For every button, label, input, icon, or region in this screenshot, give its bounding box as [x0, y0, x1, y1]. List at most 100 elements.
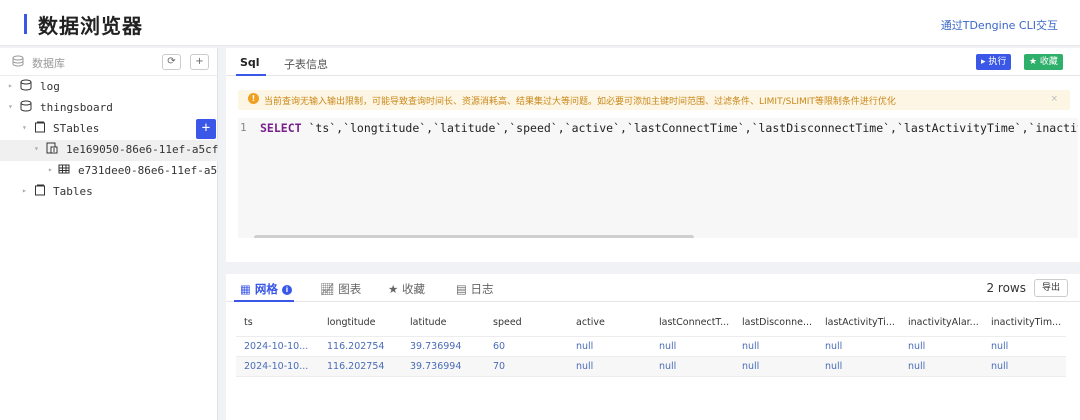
sql-text: SELECT `ts`,`longtitude`,`latitude`,`spe…: [260, 121, 1078, 135]
run-button[interactable]: ▸ 执行: [976, 54, 1012, 70]
column-header[interactable]: longtitude: [319, 310, 402, 337]
sql-editor[interactable]: 1 SELECT `ts`,`longtitude`,`latitude`,`s…: [238, 118, 1078, 238]
expand-arrow-icon[interactable]: ▸: [8, 81, 13, 90]
title-accent-bar: [24, 14, 27, 34]
warning-banner: ! 当前查询无输入输出限制，可能导致查询时间长、资源消耗高、结果集过大等问题。如…: [238, 90, 1070, 110]
tab-chart-label: 图表: [338, 282, 362, 296]
column-header[interactable]: latitude: [402, 310, 485, 337]
tab-sql[interactable]: Sql: [240, 56, 260, 69]
column-header[interactable]: lastConnectT...: [651, 310, 734, 337]
tab-log-label: 日志: [470, 282, 494, 296]
tab-favorites-label: 收藏: [401, 282, 425, 296]
sql-body: `ts`,`longtitude`,`latitude`,`speed`,`ac…: [301, 121, 1078, 135]
warning-text: 当前查询无输入输出限制，可能导致查询时间长、资源消耗高、结果集过大等问题。如必要…: [264, 97, 896, 107]
editor-tabs: Sql 子表信息 ▸ 执行 ★ 收藏: [226, 48, 1080, 76]
tab-log[interactable]: ▤ 日志: [456, 281, 494, 297]
table-cell[interactable]: null: [734, 356, 817, 377]
tree-item-label: Tables: [53, 185, 93, 198]
tree-item-tables[interactable]: ▸ Tables: [0, 182, 218, 203]
expand-arrow-icon[interactable]: ▸: [48, 165, 53, 174]
table-row[interactable]: 2024-10-10... 116.202754 39.736994 70 nu…: [236, 356, 1066, 377]
column-header[interactable]: inactivityTim...: [983, 310, 1066, 337]
editor-panel: Sql 子表信息 ▸ 执行 ★ 收藏 ! 当前查询无输入输出限制，可能导致查询时…: [226, 48, 1080, 262]
table-cell[interactable]: null: [651, 356, 734, 377]
column-header[interactable]: active: [568, 310, 651, 337]
log-icon: ▤: [456, 282, 467, 296]
super-table-icon: [46, 142, 58, 157]
table-cell[interactable]: null: [817, 356, 900, 377]
table-cell[interactable]: 60: [485, 336, 568, 357]
grid-icon: ▦: [240, 282, 251, 296]
tree-item-thingsboard[interactable]: ▾ thingsboard: [0, 98, 218, 119]
column-header[interactable]: lastActivityTi...: [817, 310, 900, 337]
collapse-arrow-icon[interactable]: ▾: [34, 144, 39, 153]
tree-item-label: log: [40, 80, 60, 93]
column-header[interactable]: inactivityAlar...: [900, 310, 983, 337]
table-icon: [58, 163, 70, 178]
sidebar-title: 数据库: [32, 57, 65, 70]
export-button[interactable]: 导出: [1034, 279, 1068, 297]
sidebar-header: 数据库 ⟳ +: [0, 48, 217, 76]
result-tabs: ▦ 网格 i 📈︎ 图表 ★ 收藏 ▤ 日志 2 rows 导出: [226, 274, 1080, 302]
tab-grid[interactable]: ▦ 网格 i: [240, 281, 292, 297]
tree-item-stable[interactable]: ▾ 1e169050-86e6-11ef-a5cf-2c: [0, 140, 218, 161]
save-favorite-button[interactable]: ★ 收藏: [1024, 54, 1063, 70]
active-tab-indicator: [236, 74, 266, 76]
table-cell[interactable]: null: [900, 336, 983, 357]
tab-chart[interactable]: 📈︎ 图表: [320, 281, 361, 297]
sidebar: 数据库 ⟳ + ▸ log ▾ thingsboard ▾ STables + …: [0, 48, 218, 420]
tree-item-log[interactable]: ▸ log: [0, 77, 218, 98]
column-header[interactable]: lastDisconne...: [734, 310, 817, 337]
folder-icon: [34, 121, 46, 136]
database-icon: [20, 79, 32, 94]
cli-link[interactable]: 通过TDengine CLI交互: [941, 17, 1058, 33]
collapse-arrow-icon[interactable]: ▾: [22, 123, 27, 132]
warning-icon: !: [248, 93, 259, 104]
collapse-arrow-icon[interactable]: ▾: [8, 102, 13, 111]
table-cell[interactable]: null: [568, 336, 651, 357]
table-cell[interactable]: null: [734, 336, 817, 357]
table-cell[interactable]: 2024-10-10...: [236, 356, 319, 377]
rows-count: 2 rows: [986, 281, 1026, 295]
table-cell[interactable]: 39.736994: [402, 356, 485, 377]
table-cell[interactable]: null: [900, 356, 983, 377]
refresh-button[interactable]: ⟳: [162, 54, 181, 70]
table-row[interactable]: 2024-10-10... 116.202754 39.736994 60 nu…: [236, 336, 1066, 357]
folder-icon: [34, 184, 46, 199]
table-cell[interactable]: 2024-10-10...: [236, 336, 319, 357]
table-header-row: ts longtitude latitude speed active last…: [236, 310, 1066, 337]
add-database-button[interactable]: +: [190, 54, 209, 70]
column-header[interactable]: ts: [236, 310, 319, 337]
active-tab-indicator: [234, 300, 294, 302]
table-cell[interactable]: null: [651, 336, 734, 357]
tree-item-stables[interactable]: ▾ STables +: [0, 119, 218, 140]
top-bar: 数据浏览器 通过TDengine CLI交互: [0, 0, 1080, 46]
tab-grid-label: 网格: [254, 282, 278, 296]
refresh-icon: ⟳: [167, 56, 176, 67]
tree-item-child-table[interactable]: ▸ e731dee0-86e6-11ef-a5cf-: [0, 161, 218, 182]
close-icon[interactable]: ×: [1050, 94, 1058, 104]
database-icon: [20, 100, 32, 115]
page-title: 数据浏览器: [38, 14, 143, 38]
tab-subtable-info[interactable]: 子表信息: [284, 56, 328, 72]
star-icon: ★: [388, 282, 399, 296]
tree-item-label: STables: [53, 122, 100, 135]
info-icon: i: [281, 285, 292, 295]
table-cell[interactable]: 116.202754: [319, 336, 402, 357]
table-cell[interactable]: null: [983, 336, 1066, 357]
table-cell[interactable]: null: [568, 356, 651, 377]
tree-item-label: thingsboard: [40, 101, 113, 114]
tab-favorites[interactable]: ★ 收藏: [388, 281, 425, 297]
table-cell[interactable]: null: [983, 356, 1066, 377]
expand-arrow-icon[interactable]: ▸: [22, 186, 27, 195]
horizontal-scrollbar[interactable]: [254, 235, 694, 238]
tree-item-label: e731dee0-86e6-11ef-a5cf-: [78, 164, 218, 177]
chart-icon: 📈︎: [320, 282, 335, 296]
column-header[interactable]: speed: [485, 310, 568, 337]
table-cell[interactable]: 116.202754: [319, 356, 402, 377]
table-cell[interactable]: 39.736994: [402, 336, 485, 357]
table-cell[interactable]: null: [817, 336, 900, 357]
add-stable-button[interactable]: +: [196, 119, 216, 139]
results-panel: ▦ 网格 i 📈︎ 图表 ★ 收藏 ▤ 日志 2 rows 导出 ts long…: [226, 274, 1080, 420]
table-cell[interactable]: 70: [485, 356, 568, 377]
